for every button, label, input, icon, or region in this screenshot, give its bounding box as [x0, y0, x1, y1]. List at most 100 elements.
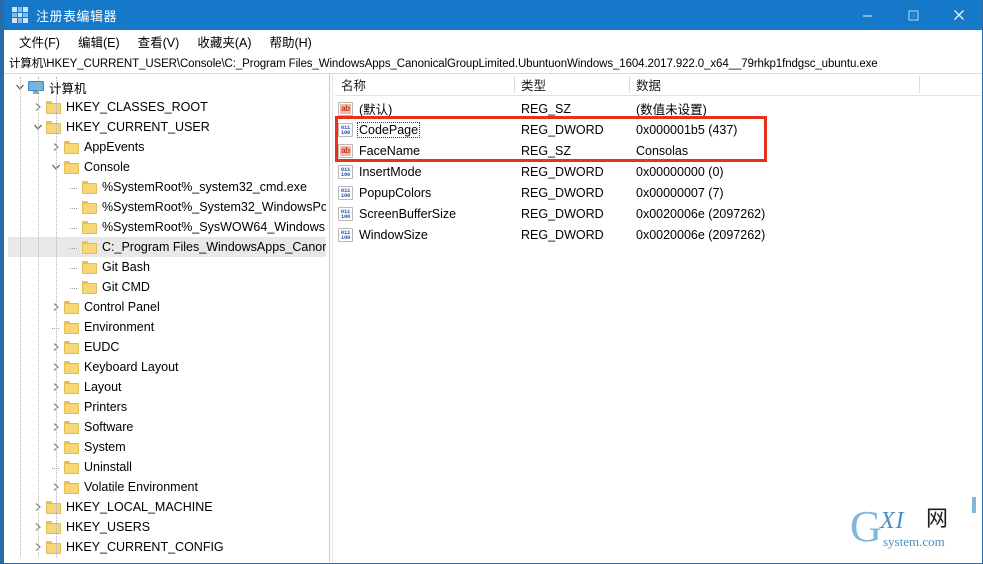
registry-icon [12, 7, 28, 23]
registry-editor-window: 注册表编辑器 文件(F) 编辑(E) 查看(V) 收藏夹(A) 帮助(H) 计算… [0, 0, 983, 564]
value-type-cell: REG_DWORD [521, 122, 604, 137]
tree-node-label: EUDC [84, 340, 120, 354]
value-data-cell: Consolas [636, 143, 689, 158]
tree-connector [66, 199, 82, 215]
menu-file[interactable]: 文件(F) [10, 30, 69, 53]
value-name-cell: 011 100 PopupColors [335, 185, 515, 201]
tree-node-label: 计算机 [49, 81, 87, 96]
value-name-cell: 011 100 InsertMode [335, 164, 515, 180]
folder-icon [64, 480, 79, 494]
folder-icon [82, 240, 97, 254]
tree-node-label: HKEY_CURRENT_USER [66, 120, 210, 134]
main-content: 计算机 HKEY_CLASSES_ROOT HKEY_CURRENT_USER App… [8, 74, 981, 562]
close-button[interactable] [936, 0, 982, 30]
value-name-label: PopupColors [359, 185, 432, 200]
folder-icon [82, 280, 97, 294]
folder-icon [46, 520, 61, 534]
caption-buttons [844, 0, 982, 30]
value-type-cell: REG_DWORD [521, 164, 604, 179]
tree-node-label: Software [84, 420, 134, 434]
minimize-button[interactable] [844, 0, 890, 30]
address-path: 计算机\HKEY_CURRENT_USER\Console\C:_Program… [9, 57, 878, 70]
title-bar[interactable]: 注册表编辑器 [4, 0, 982, 30]
tree-node-label: Keyboard Layout [84, 360, 179, 374]
tree-guide-line [38, 77, 40, 557]
dword-value-icon: 011 100 [338, 227, 353, 242]
tree-connector [66, 179, 82, 195]
folder-icon [46, 100, 61, 114]
registry-tree: 计算机 HKEY_CLASSES_ROOT HKEY_CURRENT_USER App… [8, 74, 326, 557]
tree-connector [66, 239, 82, 255]
value-name-label: ScreenBufferSize [359, 206, 457, 221]
tree-node-label: HKEY_USERS [66, 520, 151, 534]
tree-node-label: HKEY_CLASSES_ROOT [66, 100, 208, 114]
string-value-icon: ab [338, 101, 353, 116]
value-type-cell: REG_SZ [521, 101, 572, 116]
menu-bar: 文件(F) 编辑(E) 查看(V) 收藏夹(A) 帮助(H) [4, 30, 982, 52]
folder-icon [64, 360, 79, 374]
tree-node-label: C:_Program Files_WindowsApps_Canonical [102, 240, 326, 254]
value-name-label: WindowSize [359, 227, 428, 242]
tree-node-label: Console [84, 160, 130, 174]
table-row[interactable]: 011 100 WindowSize REG_DWORD 0x0020006e (209… [335, 224, 981, 245]
folder-icon [46, 540, 61, 554]
registry-values-pane[interactable]: 名称 类型 数据 ab (默认) REG_SZ (数值未设置) 011 100 CodePa… [335, 74, 981, 562]
folder-icon [64, 400, 79, 414]
tree-node-label: Environment [84, 320, 155, 334]
table-row[interactable]: ab FaceName REG_SZ Consolas [335, 140, 981, 161]
tree-node-label: HKEY_LOCAL_MACHINE [66, 500, 213, 514]
tree-connector [66, 259, 82, 275]
maximize-button[interactable] [890, 0, 936, 30]
folder-icon [46, 120, 61, 134]
tree-node-label: %SystemRoot%_System32_WindowsPowerShell [102, 200, 326, 214]
tree-connector [66, 219, 82, 235]
tree-guide-line [20, 77, 22, 557]
value-data-cell: 0x000001b5 (437) [636, 122, 738, 137]
computer-icon [28, 80, 44, 94]
tree-node-label: Git CMD [102, 280, 150, 294]
tree-node-label: %SystemRoot%_system32_cmd.exe [102, 180, 307, 194]
folder-icon [64, 140, 79, 154]
folder-icon [46, 500, 61, 514]
table-row[interactable]: ab (默认) REG_SZ (数值未设置) [335, 98, 981, 119]
value-name-cell: ab FaceName [335, 143, 515, 159]
table-row[interactable]: 011 100 PopupColors REG_DWORD 0x00000007 (7) [335, 182, 981, 203]
tree-node-label: Git Bash [102, 260, 150, 274]
tree-node-label: HKEY_CURRENT_CONFIG [66, 540, 224, 554]
value-name-label: (默认) [359, 103, 393, 117]
menu-edit[interactable]: 编辑(E) [69, 30, 129, 53]
column-header-type[interactable]: 类型 [515, 74, 630, 95]
table-row[interactable]: 011 100 ScreenBufferSize REG_DWORD 0x0020006… [335, 203, 981, 224]
folder-icon [82, 180, 97, 194]
registry-values-list: ab (默认) REG_SZ (数值未设置) 011 100 CodePage REG_DWO… [335, 96, 981, 245]
address-bar[interactable]: 计算机\HKEY_CURRENT_USER\Console\C:_Program… [4, 52, 982, 74]
value-name-label: FaceName [359, 143, 421, 158]
value-type-cell: REG_DWORD [521, 185, 604, 200]
table-row[interactable]: 011 100 CodePage REG_DWORD 0x000001b5 (437) [335, 119, 981, 140]
table-row[interactable]: 011 100 InsertMode REG_DWORD 0x00000000 (0) [335, 161, 981, 182]
column-header-data[interactable]: 数据 [630, 74, 920, 95]
value-data-cell: 0x00000000 (0) [636, 164, 724, 179]
column-header-name[interactable]: 名称 [335, 74, 515, 95]
tree-node-label: %SystemRoot%_SysWOW64_WindowsPowerShell [102, 220, 326, 234]
pane-splitter[interactable] [327, 74, 335, 562]
menu-help[interactable]: 帮助(H) [260, 30, 320, 53]
tree-connector [66, 279, 82, 295]
value-type-cell: REG_SZ [521, 143, 572, 158]
dword-value-icon: 011 100 [338, 206, 353, 221]
menu-favorites[interactable]: 收藏夹(A) [188, 30, 260, 53]
tree-node-label: Uninstall [84, 460, 132, 474]
registry-tree-pane[interactable]: 计算机 HKEY_CLASSES_ROOT HKEY_CURRENT_USER App… [8, 74, 327, 562]
menu-view[interactable]: 查看(V) [129, 30, 189, 53]
